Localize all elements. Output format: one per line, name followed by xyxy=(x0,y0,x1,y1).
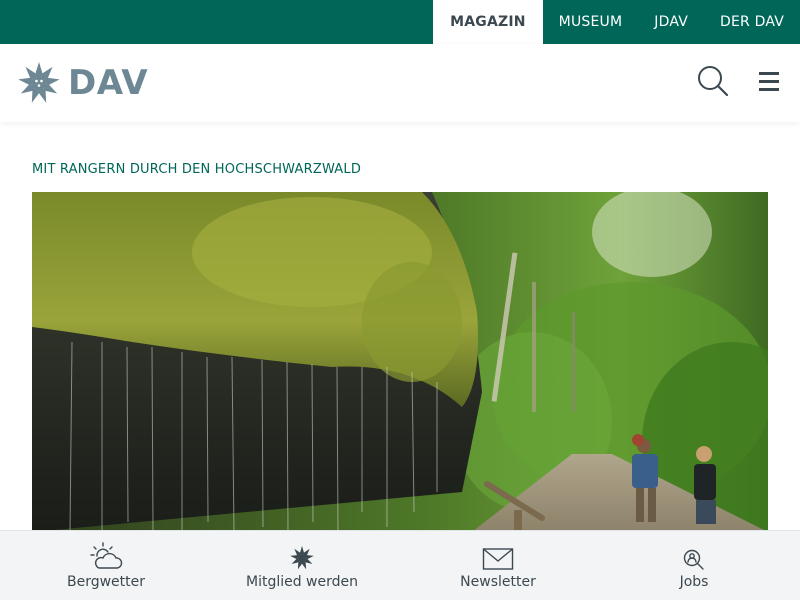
hamburger-menu-icon xyxy=(757,72,781,91)
envelope-icon xyxy=(482,531,514,571)
hamburger-menu-button[interactable] xyxy=(757,72,781,94)
search-button[interactable] xyxy=(696,64,730,100)
top-navigation: MAGAZIN MUSEUM JDAV DER DAV xyxy=(433,0,800,44)
article-kicker[interactable]: MIT RANGERN DURCH DEN HOCHSCHWARZWALD xyxy=(32,162,361,177)
topnav-item-museum[interactable]: MUSEUM xyxy=(543,0,639,44)
topnav-item-magazin[interactable]: MAGAZIN xyxy=(433,0,543,44)
edelweiss-icon xyxy=(289,531,315,571)
bottom-item-bergwetter[interactable]: Bergwetter xyxy=(63,531,149,600)
logo-wordmark: DAV xyxy=(68,63,149,103)
search-person-icon xyxy=(683,531,705,571)
cloud-sun-icon xyxy=(89,531,123,571)
bottom-item-label: Mitglied werden xyxy=(245,574,359,590)
bottom-item-newsletter[interactable]: Newsletter xyxy=(458,531,538,600)
bottom-item-label: Newsletter xyxy=(460,574,536,590)
edelweiss-icon xyxy=(17,62,61,105)
topnav-item-der-dav[interactable]: DER DAV xyxy=(704,0,800,44)
bottom-item-mitglied-werden[interactable]: Mitglied werden xyxy=(246,531,358,600)
bottom-item-label: Jobs xyxy=(679,574,709,590)
waterfall-forest-photo xyxy=(32,192,768,532)
top-navigation-bar: MAGAZIN MUSEUM JDAV DER DAV xyxy=(0,0,800,44)
bottom-item-label: Bergwetter xyxy=(66,574,146,590)
topnav-item-jdav[interactable]: JDAV xyxy=(638,0,704,44)
hero-image[interactable] xyxy=(32,192,768,532)
search-icon xyxy=(698,66,729,97)
bottom-quicklinks-bar: Bergwetter Mitglied werden Newsletter Jo… xyxy=(0,530,800,600)
dav-logo[interactable]: DAV xyxy=(16,60,148,106)
bottom-item-jobs[interactable]: Jobs xyxy=(674,531,714,600)
site-header: DAV xyxy=(0,44,800,122)
